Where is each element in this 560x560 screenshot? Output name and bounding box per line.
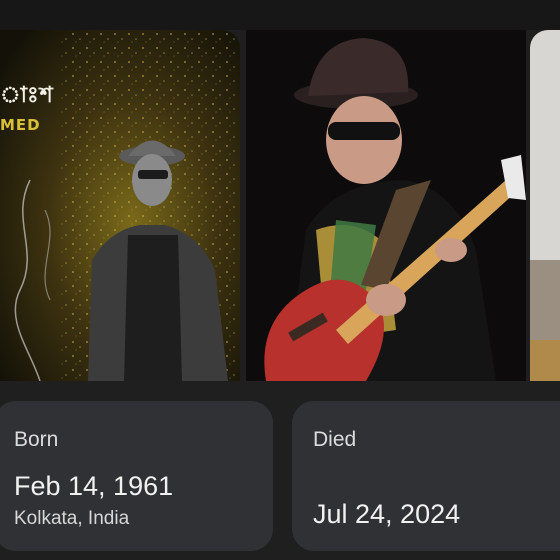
top-bar xyxy=(0,0,560,30)
gallery-photo-partial[interactable] xyxy=(530,30,560,381)
died-label: Died xyxy=(313,428,357,451)
partial-image xyxy=(530,30,560,381)
poster-subtitle-text: MED xyxy=(0,116,41,134)
guitarist-image xyxy=(246,30,526,381)
died-date: Jul 24, 2024 xyxy=(313,499,461,529)
image-gallery[interactable]: াঃশ MED xyxy=(0,30,560,381)
born-date: Feb 14, 1961 xyxy=(14,471,174,501)
poster-title-text: াঃশ xyxy=(0,83,54,108)
gallery-photo-poster[interactable]: াঃশ MED xyxy=(0,30,240,381)
gallery-photo-guitarist[interactable] xyxy=(246,30,526,381)
born-label: Born xyxy=(14,428,59,451)
born-place: Kolkata, India xyxy=(14,508,130,529)
born-card[interactable]: Born Feb 14, 1961 Kolkata, India xyxy=(0,401,273,551)
life-facts-cards: Born Feb 14, 1961 Kolkata, India Died Ju… xyxy=(0,401,560,551)
died-card[interactable]: Died Jul 24, 2024 xyxy=(292,401,560,551)
